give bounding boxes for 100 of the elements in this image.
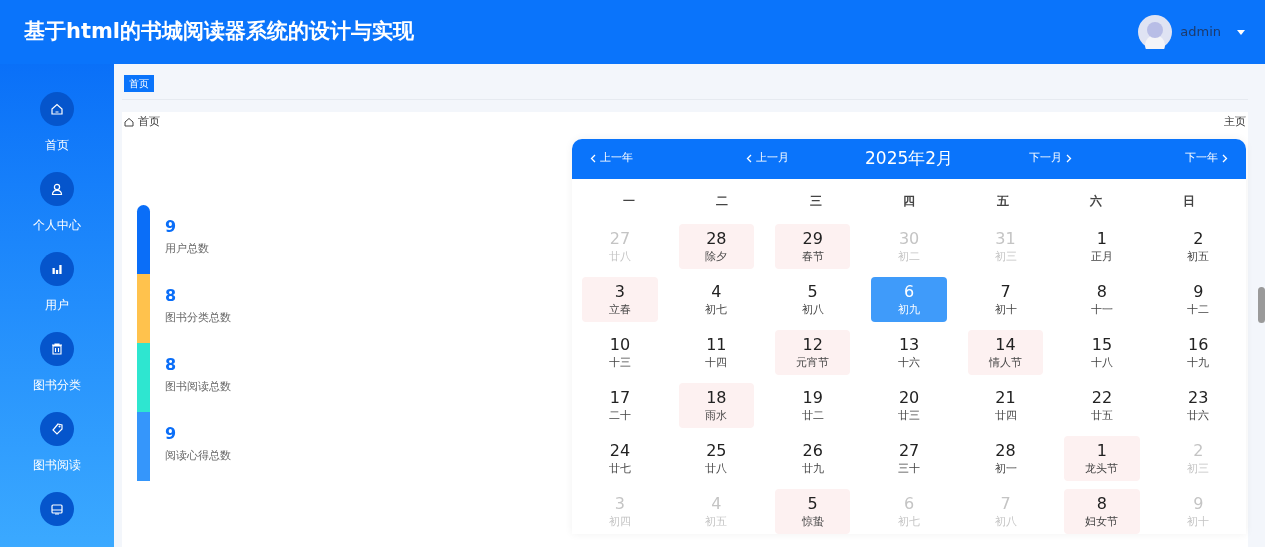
chevron-left-icon (745, 154, 752, 163)
day-number: 9 (1193, 281, 1204, 302)
day-number: 2 (1193, 440, 1204, 461)
home-icon[interactable] (49, 101, 65, 117)
day-number: 14 (995, 334, 1016, 355)
lunar-date: 廿六 (1187, 407, 1210, 423)
stat-value: 8 (165, 285, 178, 306)
day-number: 27 (898, 440, 920, 461)
stat-label: 阅读心得总数 (165, 447, 231, 464)
day-number: 5 (807, 493, 818, 514)
weekday-label: 六 (1088, 193, 1103, 210)
calendar-day[interactable]: 28 除夕 (678, 223, 754, 269)
trash-icon[interactable] (49, 341, 65, 357)
lunar-date: 初十 (994, 301, 1017, 317)
lunar-date: 三十 (898, 460, 921, 476)
weekday-label: 一 (621, 193, 636, 210)
lunar-date: 元宵节 (796, 354, 830, 370)
lunar-date: 廿八 (705, 460, 728, 476)
day-number: 11 (706, 334, 727, 355)
calendar-day[interactable]: 5 惊蛰 (775, 488, 851, 534)
lunar-date: 廿五 (1090, 407, 1113, 423)
day-number: 16 (1188, 334, 1209, 355)
day-number: 3 (614, 281, 625, 302)
lunar-date: 廿九 (801, 460, 824, 476)
day-number: 29 (802, 228, 823, 249)
calendar-day[interactable]: 8 妇女节 (1064, 488, 1140, 534)
lunar-date: 十三 (608, 354, 631, 370)
day-number: 6 (904, 493, 915, 514)
weekday-label: 二 (715, 193, 730, 210)
day-number: 21 (995, 387, 1016, 408)
day-number: 8 (1096, 493, 1107, 514)
day-number: 10 (609, 334, 631, 355)
calendar-nav-link[interactable]: 上一年 (590, 150, 634, 167)
scrollbar-thumb[interactable] (1258, 287, 1265, 323)
lunar-date: 初一 (994, 460, 1017, 476)
day-number: 7 (1000, 281, 1011, 302)
lunar-date: 初七 (705, 301, 728, 317)
day-number: 3 (614, 493, 625, 514)
day-number: 15 (1091, 334, 1113, 355)
lunar-date: 龙头节 (1085, 460, 1119, 476)
day-number: 28 (995, 440, 1016, 461)
nav-item[interactable]: 个人中心 (33, 216, 81, 234)
day-number: 22 (1091, 387, 1113, 408)
app-title: 基于html的书城阅读器系统的设计与实现 (24, 18, 415, 46)
chevron-right-icon (1066, 154, 1073, 163)
lunar-date: 初八 (801, 301, 824, 317)
weekday-label: 四 (902, 193, 917, 210)
calendar-day[interactable]: 3 立春 (582, 276, 658, 322)
calendar-day[interactable]: 1 龙头节 (1064, 435, 1140, 481)
stat-label: 图书阅读总数 (165, 378, 231, 395)
calendar-day[interactable]: 18 雨水 (678, 382, 754, 428)
lunar-date: 十一 (1090, 301, 1113, 317)
lunar-date: 二十 (608, 407, 631, 423)
lunar-date: 情人节 (989, 354, 1022, 370)
day-number: 26 (802, 440, 823, 461)
tab[interactable]: 首页 (124, 75, 154, 92)
calendar-nav-link[interactable]: 下一月 (1029, 150, 1073, 167)
breadcrumb-item[interactable]: 首页 (138, 114, 160, 131)
calendar-day[interactable]: 12 元宵节 (775, 329, 851, 375)
lunar-date: 十四 (705, 354, 728, 370)
calendar-day[interactable]: 14 情人节 (967, 329, 1044, 375)
lunar-date: 雨水 (705, 407, 728, 423)
lunar-date: 除夕 (705, 248, 728, 264)
day-number: 12 (802, 334, 823, 355)
lunar-date: 十六 (898, 354, 921, 370)
day-number: 24 (609, 440, 631, 461)
user-icon[interactable] (49, 181, 65, 197)
lunar-date: 妇女节 (1085, 513, 1119, 529)
day-number: 20 (898, 387, 920, 408)
calendar-day[interactable]: 29 春节 (775, 223, 851, 269)
lunar-date: 十九 (1187, 354, 1210, 370)
weekday-label: 五 (995, 193, 1010, 210)
day-number: 1 (1096, 228, 1107, 249)
lunar-date: 正月 (1090, 248, 1113, 264)
lunar-date: 廿四 (994, 407, 1017, 423)
stat-value: 9 (165, 423, 178, 444)
day-number: 13 (898, 334, 920, 355)
stat-label: 图书分类总数 (165, 309, 231, 326)
lunar-date: 立春 (608, 301, 631, 317)
caret-icon[interactable] (1237, 29, 1245, 35)
weekday-label: 三 (808, 193, 823, 210)
day-number: 6 (904, 281, 915, 302)
lunar-date: 廿二 (801, 407, 824, 423)
calendar-nav-link[interactable]: 下一年 (1185, 150, 1228, 167)
day-number: 27 (609, 228, 631, 249)
day-number: 30 (898, 228, 920, 249)
lunar-date: 春节 (801, 248, 824, 264)
day-number: 7 (1000, 493, 1011, 514)
calendar-nav-link[interactable]: 上一月 (745, 150, 789, 167)
day-number: 17 (609, 387, 631, 408)
day-number: 25 (706, 440, 727, 461)
lunar-date: 初九 (898, 301, 921, 317)
lunar-date: 惊蛰 (801, 513, 824, 529)
day-number: 5 (807, 281, 818, 302)
chevron-right-icon (1222, 154, 1228, 163)
breadcrumb-right[interactable]: 主页 (1224, 114, 1246, 131)
lunar-date: 初十 (1187, 513, 1210, 529)
monitor-icon[interactable] (49, 501, 65, 517)
nav-item[interactable]: 首页 (45, 136, 69, 154)
avatar-icon[interactable] (1138, 15, 1173, 49)
